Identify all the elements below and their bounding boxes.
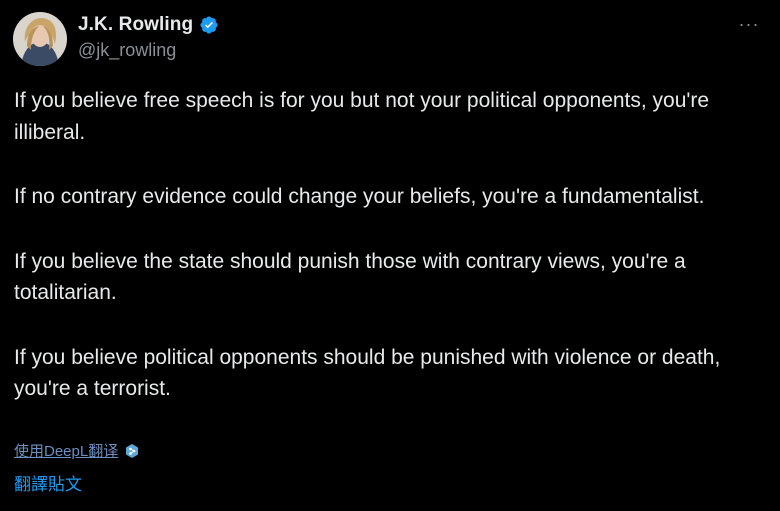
- author-name-row: J.K. Rowling: [78, 12, 219, 38]
- author-handle[interactable]: @jk_rowling: [78, 40, 176, 61]
- tweet-card: J.K. Rowling @jk_rowling ··· If you beli…: [0, 0, 780, 511]
- profile-photo-icon: [13, 12, 67, 66]
- tweet-text: If you believe free speech is for you bu…: [14, 85, 766, 405]
- more-options-icon: ···: [738, 13, 760, 34]
- translate-post-button[interactable]: 翻譯貼文: [14, 470, 82, 495]
- tweet-paragraph: If no contrary evidence could change you…: [14, 185, 705, 208]
- verified-badge-icon[interactable]: [199, 15, 219, 35]
- more-options-button[interactable]: ···: [736, 12, 762, 36]
- deepl-logo-icon: [124, 443, 140, 459]
- author-display-name[interactable]: J.K. Rowling: [78, 14, 193, 36]
- avatar[interactable]: [13, 12, 67, 66]
- tweet-paragraph: If you believe the state should punish t…: [14, 249, 686, 305]
- deepl-translate-row: 使用DeepL翻译: [14, 440, 140, 461]
- tweet-paragraph: If you believe free speech is for you bu…: [14, 89, 710, 144]
- tweet-paragraph: If you believe political opponents shoul…: [14, 345, 721, 401]
- deepl-translate-link[interactable]: 使用DeepL翻译: [14, 440, 118, 461]
